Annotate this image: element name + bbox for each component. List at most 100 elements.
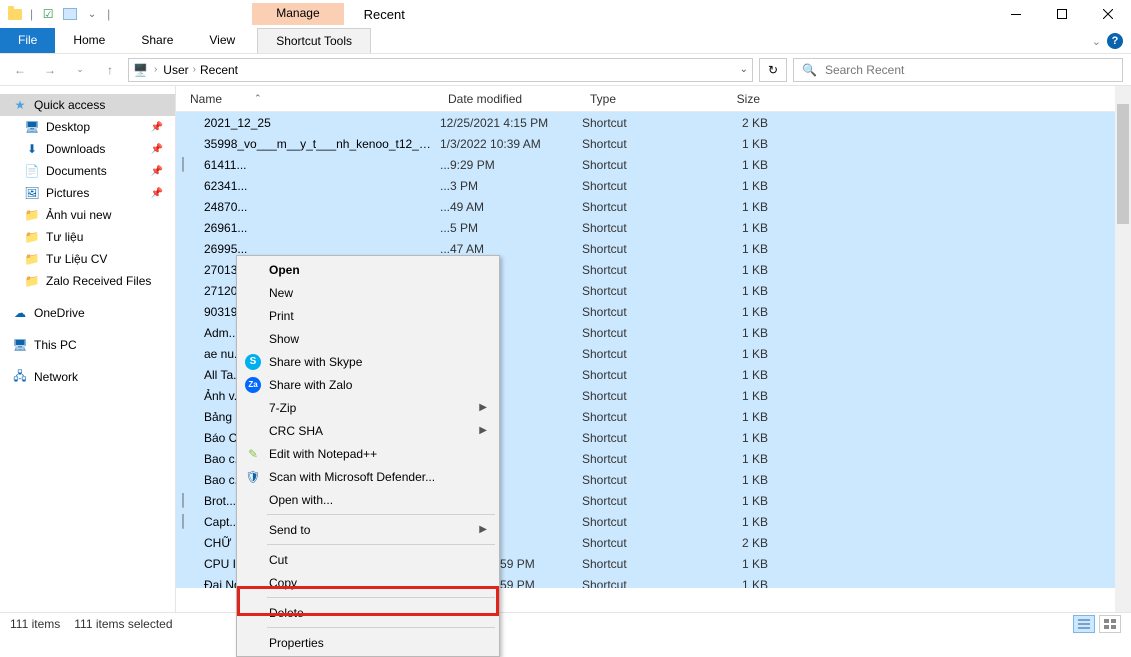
tab-view[interactable]: View bbox=[191, 28, 253, 53]
sidebar-item[interactable]: 📄Documents📌 bbox=[0, 160, 175, 182]
submenu-arrow-icon: ▶ bbox=[479, 524, 487, 535]
search-input[interactable]: 🔍 Search Recent bbox=[793, 58, 1123, 82]
properties-qat-icon[interactable]: ☑ bbox=[39, 5, 57, 23]
table-row[interactable]: 24870......49 AMShortcut1 KB bbox=[176, 196, 1131, 217]
tab-share[interactable]: Share bbox=[123, 28, 191, 53]
table-row[interactable]: 61411......9:29 PMShortcut1 KB bbox=[176, 154, 1131, 175]
cell-size: 2 KB bbox=[704, 116, 768, 130]
cell-type: Shortcut bbox=[582, 536, 704, 550]
tab-file[interactable]: File bbox=[0, 28, 55, 53]
sort-caret-icon: ⌃ bbox=[254, 93, 262, 104]
details-view-button[interactable] bbox=[1073, 615, 1095, 633]
nav-back-button[interactable]: ← bbox=[8, 58, 32, 82]
cell-type: Shortcut bbox=[582, 410, 704, 424]
close-button[interactable] bbox=[1085, 0, 1131, 28]
menu-new[interactable]: New bbox=[239, 281, 497, 304]
status-bar: 111 items 111 items selected bbox=[0, 612, 1131, 634]
column-type[interactable]: Type bbox=[582, 92, 704, 106]
cell-type: Shortcut bbox=[582, 557, 704, 571]
breadcrumb-item[interactable]: User bbox=[163, 63, 188, 77]
sidebar-this-pc[interactable]: 🖥 This PC bbox=[0, 334, 175, 356]
cell-size: 1 KB bbox=[704, 284, 768, 298]
sidebar-item[interactable]: 📁Zalo Received Files bbox=[0, 270, 175, 292]
minimize-button[interactable] bbox=[993, 0, 1039, 28]
thumbnails-view-button[interactable] bbox=[1099, 615, 1121, 633]
pin-icon: 📌 bbox=[151, 144, 163, 155]
column-date-modified[interactable]: Date modified bbox=[440, 92, 582, 106]
network-icon: 🖧 bbox=[12, 369, 28, 385]
cell-name: 26961... bbox=[182, 220, 440, 236]
breadcrumb: User › Recent bbox=[163, 63, 238, 77]
menu-edit-notepadpp[interactable]: ✎Edit with Notepad++ bbox=[239, 442, 497, 465]
sidebar-item[interactable]: 🖼Pictures📌 bbox=[0, 182, 175, 204]
qat-dropdown-icon[interactable]: ⌄ bbox=[83, 5, 101, 23]
ribbon-collapse-icon[interactable]: ⌄ bbox=[1092, 35, 1101, 48]
folder-icon[interactable] bbox=[6, 5, 24, 23]
vertical-scrollbar[interactable] bbox=[1115, 86, 1131, 612]
menu-open[interactable]: Open bbox=[239, 258, 497, 281]
new-folder-qat-icon[interactable] bbox=[61, 5, 79, 23]
cell-name: 62341... bbox=[182, 178, 440, 194]
scroll-thumb[interactable] bbox=[1117, 104, 1129, 224]
table-row[interactable]: 2021_12_2512/25/2021 4:15 PMShortcut2 KB bbox=[176, 112, 1131, 133]
menu-7zip[interactable]: 7-Zip▶ bbox=[239, 396, 497, 419]
menu-open-with[interactable]: Open with... bbox=[239, 488, 497, 511]
maximize-button[interactable] bbox=[1039, 0, 1085, 28]
word-icon bbox=[182, 199, 198, 215]
table-row[interactable]: 35998_vo___m__y_t___nh_kenoo_t12_mini_..… bbox=[176, 133, 1131, 154]
chevron-right-icon[interactable]: › bbox=[154, 64, 157, 75]
help-icon[interactable]: ? bbox=[1107, 33, 1123, 49]
column-size[interactable]: Size bbox=[704, 92, 768, 106]
zalo-icon: Za bbox=[245, 377, 261, 393]
sidebar-item[interactable]: 📁Tư Liệu CV bbox=[0, 248, 175, 270]
menu-separator bbox=[267, 544, 495, 545]
doc-icon bbox=[182, 514, 198, 530]
menu-print[interactable]: Print bbox=[239, 304, 497, 327]
sidebar-network[interactable]: 🖧 Network bbox=[0, 366, 175, 388]
sidebar-item[interactable]: ⬇Downloads📌 bbox=[0, 138, 175, 160]
address-dropdown-icon[interactable]: ⌄ bbox=[740, 64, 748, 75]
star-icon: ★ bbox=[12, 97, 28, 113]
sidebar-quick-access[interactable]: ★ Quick access bbox=[0, 94, 175, 116]
table-row[interactable]: 62341......3 PMShortcut1 KB bbox=[176, 175, 1131, 196]
table-row[interactable]: 26961......5 PMShortcut1 KB bbox=[176, 217, 1131, 238]
menu-share-skype[interactable]: SShare with Skype bbox=[239, 350, 497, 373]
cell-name: 2021_12_25 bbox=[182, 115, 440, 131]
cell-size: 1 KB bbox=[704, 515, 768, 529]
sidebar-onedrive[interactable]: ☁ OneDrive bbox=[0, 302, 175, 324]
menu-copy[interactable]: Copy bbox=[239, 571, 497, 594]
nav-recent-dropdown[interactable]: ⌄ bbox=[68, 58, 92, 82]
menu-scan-defender[interactable]: 🛡Scan with Microsoft Defender... bbox=[239, 465, 497, 488]
tab-shortcut-tools[interactable]: Shortcut Tools bbox=[257, 28, 371, 53]
column-headers: Name⌃ Date modified Type Size bbox=[176, 86, 1131, 112]
address-bar[interactable]: 🖥️ › User › Recent ⌄ bbox=[128, 58, 753, 82]
sidebar-label: Quick access bbox=[34, 98, 105, 112]
excel-icon bbox=[182, 409, 198, 425]
menu-crc-sha[interactable]: CRC SHA▶ bbox=[239, 419, 497, 442]
menu-share-zalo[interactable]: ZaShare with Zalo bbox=[239, 373, 497, 396]
column-name[interactable]: Name⌃ bbox=[182, 92, 440, 106]
folder-icon: 📁 bbox=[24, 273, 40, 289]
sidebar-item[interactable]: 📁Ảnh vui new bbox=[0, 204, 175, 226]
nav-up-button[interactable]: ↑ bbox=[98, 58, 122, 82]
menu-show[interactable]: Show bbox=[239, 327, 497, 350]
sidebar-item[interactable]: 🖥Desktop📌 bbox=[0, 116, 175, 138]
cell-type: Shortcut bbox=[582, 452, 704, 466]
menu-send-to[interactable]: Send to▶ bbox=[239, 518, 497, 541]
cell-size: 1 KB bbox=[704, 137, 768, 151]
refresh-button[interactable]: ↻ bbox=[759, 58, 787, 82]
menu-cut[interactable]: Cut bbox=[239, 548, 497, 571]
cell-size: 1 KB bbox=[704, 179, 768, 193]
cell-type: Shortcut bbox=[582, 347, 704, 361]
titlebar: | ☑ ⌄ | Manage Recent bbox=[0, 0, 1131, 28]
breadcrumb-item[interactable]: Recent bbox=[200, 63, 238, 77]
sidebar-item[interactable]: 📁Tư liệu bbox=[0, 226, 175, 248]
cell-date: ...49 AM bbox=[440, 200, 582, 214]
chevron-right-icon[interactable]: › bbox=[193, 64, 196, 75]
menu-properties[interactable]: Properties bbox=[239, 631, 497, 654]
tab-home[interactable]: Home bbox=[55, 28, 123, 53]
cell-size: 1 KB bbox=[704, 473, 768, 487]
nav-forward-button[interactable]: → bbox=[38, 58, 62, 82]
cell-size: 1 KB bbox=[704, 347, 768, 361]
menu-delete[interactable]: Delete bbox=[239, 601, 497, 624]
